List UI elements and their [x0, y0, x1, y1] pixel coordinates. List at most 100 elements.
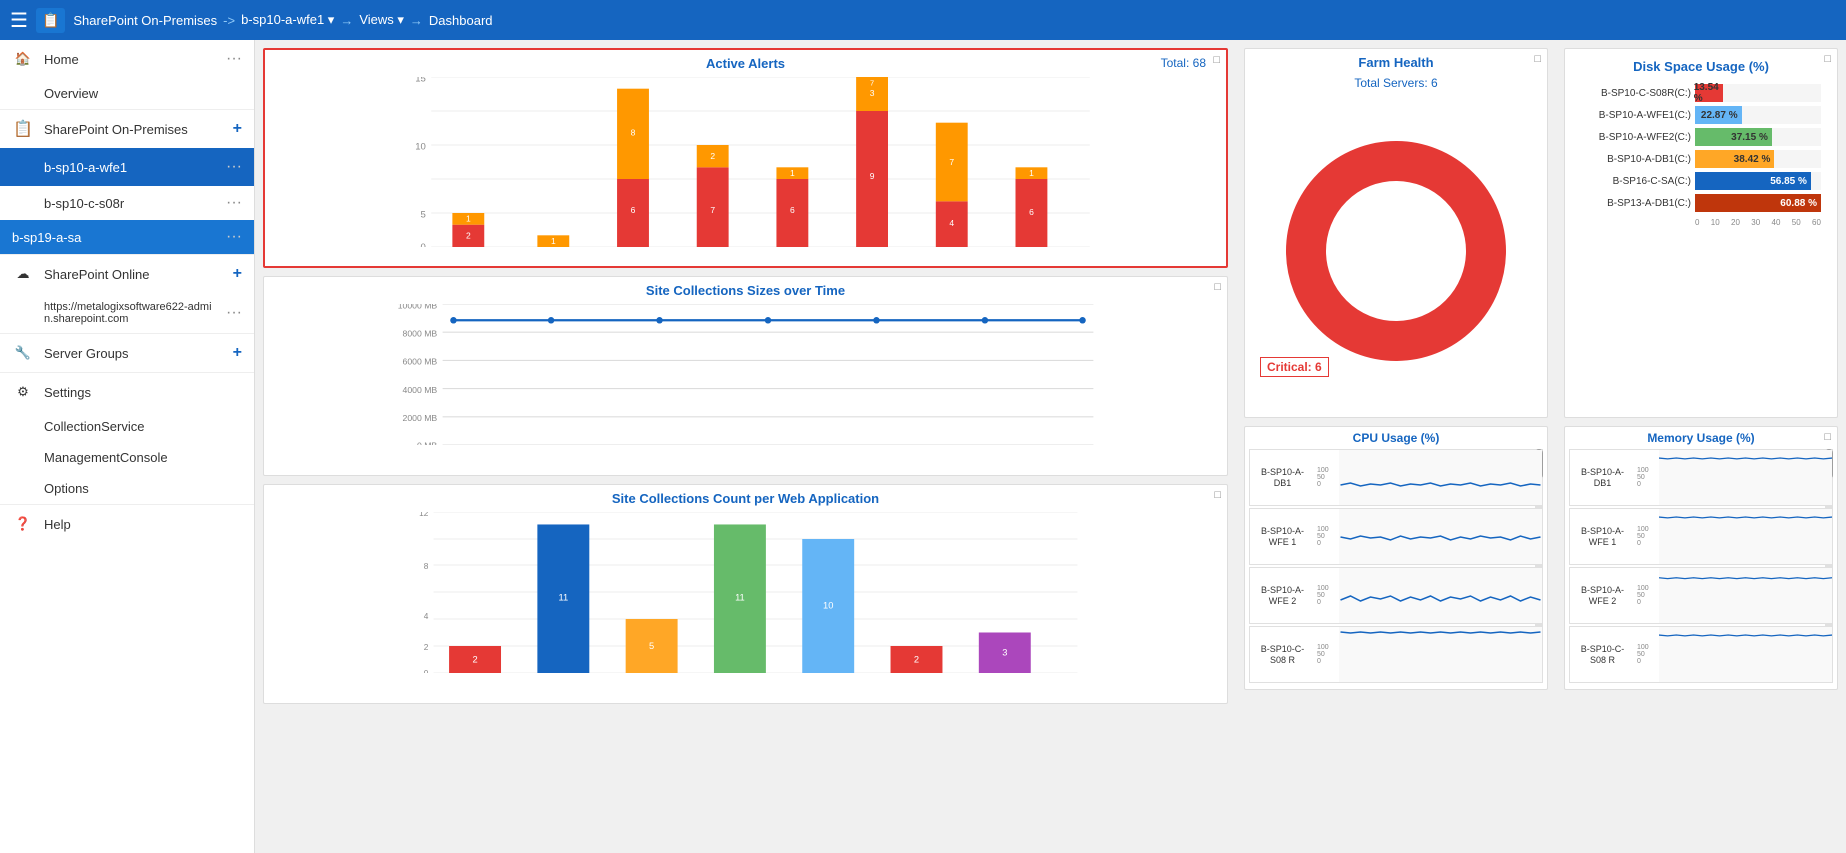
site-collections-count-panel: Site Collections Count per Web Applicati… [263, 484, 1228, 704]
cpu-chart-wfe2-svg [1339, 568, 1542, 623]
disk-bar-wrap-wfe1: 22.87 % [1695, 106, 1821, 124]
disk-row-sp16: B-SP16-C-SA(C:) 56.85 % [1581, 172, 1821, 190]
sidebar-item-s08r[interactable]: b-sp10-c-s08r ··· [0, 186, 254, 220]
disk-space-title: Disk Space Usage (%) [1573, 53, 1829, 76]
mem-chart-db1 [1659, 450, 1832, 505]
mem-label-wfe2: B-SP10-A-WFE 2 [1570, 583, 1635, 609]
sidebar-add-sharepoint[interactable]: + [233, 120, 242, 138]
svg-text:7: 7 [949, 157, 954, 167]
breadcrumb-sharepoint[interactable]: SharePoint On-Premises [73, 13, 217, 28]
disk-bar-sp13: 60.88 % [1695, 194, 1821, 212]
disk-axis: 0 10 20 30 40 50 60 [1581, 218, 1821, 227]
mem-row-db1: B-SP10-A-DB1 100500 [1569, 449, 1833, 506]
svg-text:12: 12 [419, 512, 429, 518]
sizes-chart-svg: 10000 MB 8000 MB 6000 MB 4000 MB 2000 MB… [319, 304, 1217, 445]
cpu-label-wfe1: B-SP10-A-WFE 1 [1250, 524, 1315, 550]
memory-corner-btn[interactable]: □ [1824, 431, 1831, 443]
sidebar-item-online-url[interactable]: https://metalogixsoftware622-admin.share… [0, 293, 254, 333]
cpu-yaxis-s08r: 100500 [1315, 642, 1339, 667]
sidebar-item-collection-service[interactable]: CollectionService [0, 411, 254, 442]
svg-text:1: 1 [790, 168, 795, 178]
farm-critical-label: Critical: 6 [1260, 357, 1329, 377]
count-corner-btn[interactable]: □ [1214, 489, 1221, 501]
sidebar-item-options[interactable]: Options [0, 473, 254, 504]
svg-text:7: 7 [710, 205, 715, 215]
mem-row-s08r: B-SP10-C-S08 R 100500 [1569, 626, 1833, 683]
disk-space-panel: Disk Space Usage (%) □ B-SP10-C-S08R(C:)… [1564, 48, 1838, 418]
svg-text:6: 6 [1029, 207, 1034, 217]
svg-text:2: 2 [424, 642, 429, 652]
sidebar-item-server-groups[interactable]: 🔧 Server Groups + [0, 333, 254, 372]
mem-row-wfe1: B-SP10-A-WFE 1 100500 [1569, 508, 1833, 565]
cpu-chart-wfe2 [1339, 568, 1542, 623]
far-right-panels: Disk Space Usage (%) □ B-SP10-C-S08R(C:)… [1556, 40, 1846, 853]
content-area: Active Alerts Total: 68 □ 15 10 [255, 40, 1846, 853]
cpu-scroll-area: B-SP10-A-DB1 100500 B-SP10-A-WFE 1 [1249, 449, 1543, 683]
topbar-icon-box: 📋 [36, 8, 65, 33]
menu-icon[interactable]: ☰ [10, 8, 28, 33]
sizes-corner-btn[interactable]: □ [1214, 281, 1221, 293]
svg-text:2: 2 [914, 655, 919, 665]
sidebar-item-management-console[interactable]: ManagementConsole [0, 442, 254, 473]
svg-text:5: 5 [649, 641, 654, 651]
disk-bar-wrap-s08r: 13.54 % [1695, 84, 1821, 102]
svg-text:11: 11 [735, 592, 745, 602]
farm-health-donut [1286, 141, 1506, 361]
mem-yaxis-db1: 100500 [1635, 465, 1659, 490]
server-groups-icon: 🔧 [12, 342, 34, 364]
sidebar-add-server-groups[interactable]: + [233, 344, 242, 362]
sidebar-dots-online-url[interactable]: ··· [226, 304, 242, 322]
sidebar-dots-sp19[interactable]: ··· [226, 228, 242, 246]
breadcrumb-views[interactable]: Views ▾ [359, 12, 404, 28]
disk-row-s08r: B-SP10-C-S08R(C:) 13.54 % [1581, 84, 1821, 102]
middle-panels: Farm Health Total Servers: 6 □ Critical:… [1236, 40, 1556, 853]
disk-label-wfe1: B-SP10-A-WFE1(C:) [1581, 110, 1691, 121]
breadcrumb-arrow2: → [340, 13, 353, 28]
wfe1-icon [12, 156, 34, 178]
sidebar-item-sharepoint-online[interactable]: ☁ SharePoint Online + [0, 254, 254, 293]
sidebar-dots-s08r[interactable]: ··· [226, 194, 242, 212]
alerts-corner-btn[interactable]: □ [1213, 54, 1220, 66]
disk-bar-wfe2: 37.15 % [1695, 128, 1772, 146]
sidebar-label-home: Home [44, 52, 216, 67]
sidebar-label-settings: Settings [44, 385, 242, 400]
svg-text:10: 10 [415, 141, 426, 152]
sidebar-label-overview: Overview [44, 86, 242, 101]
farm-corner-btn[interactable]: □ [1534, 53, 1541, 65]
site-collections-count-title: Site Collections Count per Web Applicati… [264, 485, 1227, 508]
sidebar-item-home[interactable]: 🏠 Home ··· [0, 40, 254, 78]
svg-text:2: 2 [472, 655, 477, 665]
cpu-chart-db1-svg [1339, 450, 1542, 505]
cpu-chart-wfe1 [1339, 509, 1542, 564]
svg-text:0: 0 [424, 668, 429, 673]
svg-text:4: 4 [424, 611, 429, 621]
cpu-row-wfe2: B-SP10-A-WFE 2 100500 [1249, 567, 1543, 624]
disk-corner-btn[interactable]: □ [1824, 53, 1831, 65]
sidebar-dots-home[interactable]: ··· [226, 50, 242, 68]
alerts-chart-area: 15 10 5 0 2 1 Content Summary 1 Other [265, 73, 1226, 263]
disk-bar-s08r: 13.54 % [1695, 84, 1723, 102]
sidebar-dots-wfe1[interactable]: ··· [226, 158, 242, 176]
svg-text:1: 1 [1029, 168, 1034, 178]
breadcrumb-wfe1[interactable]: b-sp10-a-wfe1 ▾ [241, 12, 334, 28]
svg-text:6000 MB: 6000 MB [403, 357, 438, 367]
sidebar-item-wfe1[interactable]: b-sp10-a-wfe1 ··· [0, 148, 254, 186]
disk-label-s08r: B-SP10-C-S08R(C:) [1581, 88, 1691, 99]
cpu-usage-panel: CPU Usage (%) B-SP10-A-DB1 100500 [1244, 426, 1548, 690]
cpu-yaxis-db1: 100500 [1315, 465, 1339, 490]
sidebar-add-online[interactable]: + [233, 265, 242, 283]
sidebar-item-sp19[interactable]: b-sp19-a-sa ··· [0, 220, 254, 254]
active-alerts-title: Active Alerts [265, 50, 1226, 73]
sidebar-item-settings[interactable]: ⚙ Settings [0, 372, 254, 411]
sidebar-item-overview[interactable]: Overview [0, 78, 254, 109]
mem-chart-wfe1-svg [1659, 509, 1832, 564]
sidebar-label-sharepoint-online: SharePoint Online [44, 267, 223, 282]
mem-label-db1: B-SP10-A-DB1 [1570, 465, 1635, 491]
sidebar-item-help[interactable]: ❓ Help [0, 504, 254, 543]
memory-usage-panel: Memory Usage (%) □ B-SP10-A-DB1 100500 [1564, 426, 1838, 690]
active-alerts-panel: Active Alerts Total: 68 □ 15 10 [263, 48, 1228, 268]
svg-text:0 MB: 0 MB [417, 440, 437, 445]
help-icon: ❓ [12, 513, 34, 535]
svg-text:3: 3 [870, 88, 875, 98]
sidebar-item-sharepoint-onprem[interactable]: 📋 SharePoint On-Premises + [0, 109, 254, 148]
